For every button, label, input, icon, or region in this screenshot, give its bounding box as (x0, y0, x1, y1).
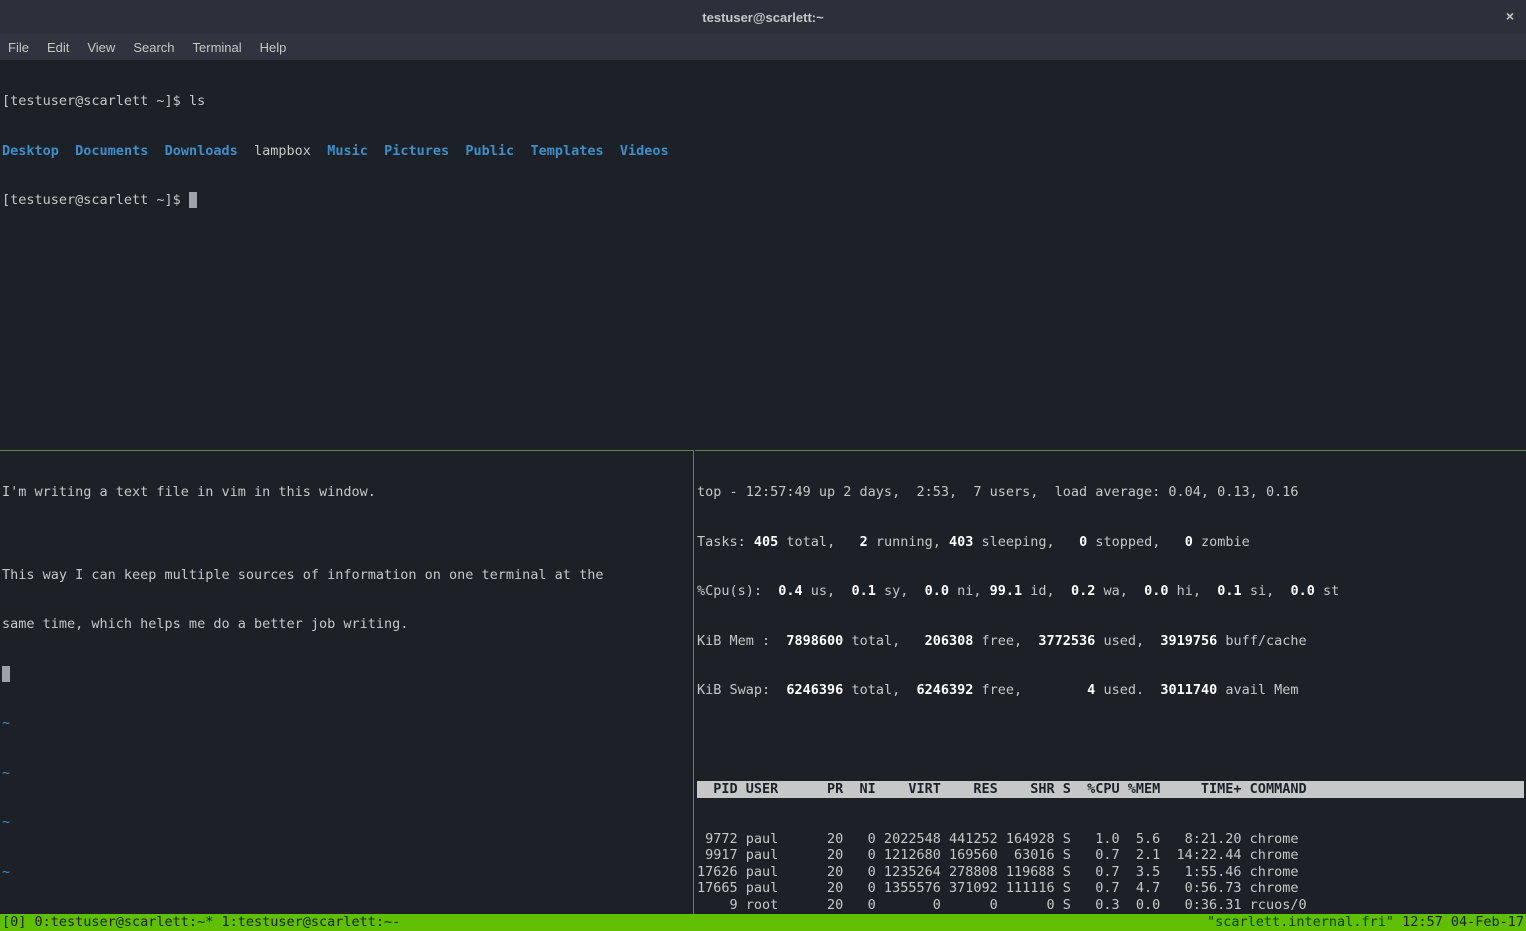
vim-tilde: ~ (2, 814, 691, 831)
top-tasks-line: Tasks: 405 total, 2 running, 403 sleepin… (697, 534, 1524, 551)
top-cpu-line: %Cpu(s): 0.4 us, 0.1 sy, 0.0 ni, 99.1 id… (697, 583, 1524, 600)
tmux-right: "scarlett.internal.fri" 12:57 04-Feb-17 (1207, 914, 1524, 931)
top-swap-line: KiB Swap: 6246396 total, 6246392 free, 4… (697, 682, 1524, 699)
tmux-statusbar: [0] 0:testuser@scarlett:~* 1:testuser@sc… (0, 914, 1526, 931)
menu-view[interactable]: View (87, 40, 115, 55)
pane-top-cmd[interactable]: top - 12:57:49 up 2 days, 2:53, 7 users,… (695, 450, 1526, 914)
top-process-row: 9 root 20 0 0 0 0 S 0.3 0.0 0:36.31 rcuo… (697, 897, 1524, 914)
menu-help[interactable]: Help (260, 40, 287, 55)
vim-text-line: This way I can keep multiple sources of … (2, 567, 691, 584)
shell-prompt: [testuser@scarlett ~]$ (2, 93, 189, 109)
vim-text-line: same time, which helps me do a better jo… (2, 616, 691, 633)
top-process-row: 17626 paul 20 0 1235264 278808 119688 S … (697, 864, 1524, 881)
top-process-row: 17665 paul 20 0 1355576 371092 111116 S … (697, 880, 1524, 897)
shell-command: ls (189, 93, 205, 109)
window-title: testuser@scarlett:~ (702, 10, 823, 25)
menu-edit[interactable]: Edit (47, 40, 69, 55)
top-process-row: 9772 paul 20 0 2022548 441252 164928 S 1… (697, 831, 1524, 848)
top-column-header: PID USER PR NI VIRT RES SHR S %CPU %MEM … (697, 781, 1524, 798)
top-mem-line: KiB Mem : 7898600 total, 206308 free, 37… (697, 633, 1524, 650)
cursor-icon (189, 192, 197, 208)
menu-terminal[interactable]: Terminal (193, 40, 242, 55)
pane-vim[interactable]: I'm writing a text file in vim in this w… (0, 450, 694, 914)
terminal-area[interactable]: [testuser@scarlett ~]$ ls Desktop Docume… (0, 60, 1526, 931)
vim-text-line: I'm writing a text file in vim in this w… (2, 484, 691, 501)
top-summary-line: top - 12:57:49 up 2 days, 2:53, 7 users,… (697, 484, 1524, 501)
ls-output: Desktop Documents Downloads lampbox Musi… (2, 143, 1524, 160)
top-blank (697, 732, 1524, 749)
top-process-list: 9772 paul 20 0 2022548 441252 164928 S 1… (697, 831, 1524, 915)
vim-tilde: ~ (2, 715, 691, 732)
vim-tilde: ~ (2, 864, 691, 881)
top-process-row: 9917 paul 20 0 1212680 169560 63016 S 0.… (697, 847, 1524, 864)
menu-search[interactable]: Search (133, 40, 174, 55)
shell-prompt-2: [testuser@scarlett ~]$ (2, 192, 189, 208)
menu-file[interactable]: File (8, 40, 29, 55)
menubar: File Edit View Search Terminal Help (0, 34, 1526, 60)
cursor-icon (2, 666, 10, 682)
close-icon[interactable]: × (1506, 8, 1514, 24)
window-titlebar: testuser@scarlett:~ × (0, 0, 1526, 34)
tmux-windows[interactable]: [0] 0:testuser@scarlett:~* 1:testuser@sc… (2, 914, 400, 931)
vim-tilde: ~ (2, 765, 691, 782)
pane-shell[interactable]: [testuser@scarlett ~]$ ls Desktop Docume… (0, 60, 1526, 450)
